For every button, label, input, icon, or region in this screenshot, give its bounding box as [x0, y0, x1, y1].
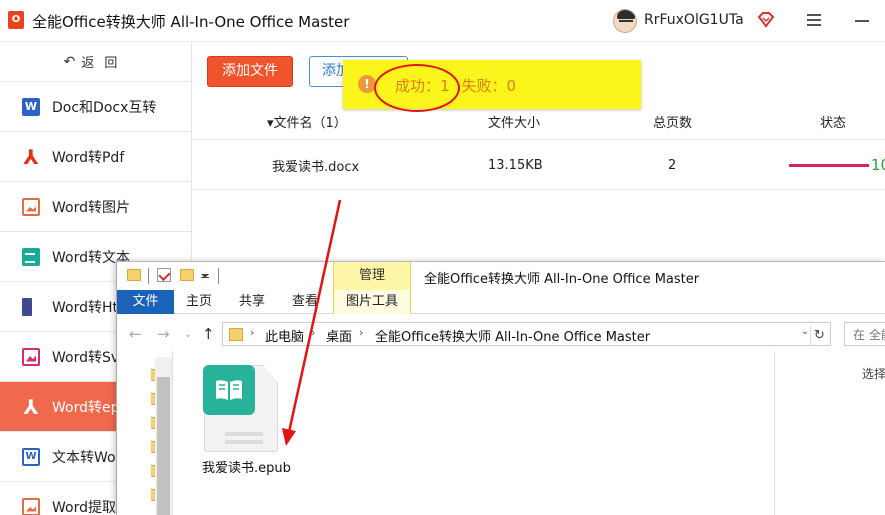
user-avatar[interactable]	[613, 9, 637, 33]
column-header-pages: 总页数	[653, 116, 693, 131]
vip-diamond-icon[interactable]	[757, 12, 775, 28]
text-icon	[22, 247, 40, 266]
fail-count: 失败：0	[461, 77, 517, 95]
tab-manage[interactable]: 管理	[333, 262, 411, 290]
minimize-icon[interactable]	[855, 20, 869, 22]
chevron-right-icon: ›	[311, 326, 316, 339]
sidebar-item-word-image[interactable]: Word转图片	[0, 182, 191, 232]
recent-dropdown-icon[interactable]: ⌄	[184, 329, 192, 340]
column-header-status: 状态	[820, 116, 847, 131]
column-header-size: 文件大小	[488, 116, 541, 131]
app-logo-icon: O	[8, 11, 24, 29]
image-icon	[22, 197, 40, 216]
open-book-icon	[216, 380, 242, 400]
address-bar[interactable]: › 此电脑 › 桌面 › 全能Office转换大师 All-In-One Off…	[222, 322, 831, 346]
chevron-right-icon: ›	[359, 326, 364, 339]
epub-icon: ⅄	[23, 394, 39, 419]
menu-icon[interactable]	[806, 12, 822, 28]
back-button[interactable]: ↶ 返回	[0, 42, 191, 82]
chevron-right-icon: ›	[250, 326, 255, 339]
column-header-name[interactable]: ▾文件名（1）	[267, 104, 347, 139]
epub-book-icon	[203, 365, 255, 415]
search-input[interactable]: 在 全能	[844, 322, 885, 346]
title-bar: O 全能Office转换大师 All-In-One Office Master …	[0, 0, 885, 42]
sidebar-item-label: Doc和Docx互转	[52, 99, 157, 116]
address-row: ← → ⌄ ↑ › 此电脑 › 桌面 › 全能Office转换大师 All-In…	[117, 320, 885, 348]
tab-file[interactable]: 文件	[117, 290, 174, 314]
folder-icon	[229, 328, 243, 341]
annotation-ellipse	[374, 64, 460, 112]
page-line	[225, 432, 263, 436]
explorer-title-bar: 管理 全能Office转换大师 All-In-One Office Master	[117, 262, 885, 290]
tab-view[interactable]: 查看	[280, 290, 330, 314]
progress-label: 100%	[871, 156, 885, 174]
table-row[interactable]: 我爱读书.docx 13.15KB 2 100%	[193, 141, 885, 190]
image-icon	[22, 497, 40, 515]
properties-check-icon[interactable]	[157, 268, 171, 282]
sidebar-item-word-pdf[interactable]: ⅄ Word转Pdf	[0, 132, 191, 182]
breadcrumb-this-pc[interactable]: 此电脑	[265, 326, 304, 345]
back-arrow-icon[interactable]: ←	[129, 325, 142, 343]
tab-home[interactable]: 主页	[174, 290, 224, 314]
forward-arrow-icon[interactable]: →	[157, 325, 170, 343]
svg-icon	[22, 347, 40, 366]
file-name-label: 我爱读书.epub	[202, 461, 291, 476]
separator	[148, 268, 149, 284]
file-name-cell: 我爱读书.docx	[272, 159, 360, 175]
sidebar-item-label: Word转Pdf	[52, 149, 125, 166]
file-explorer-window: 管理 全能Office转换大师 All-In-One Office Master…	[116, 261, 885, 515]
file-table-header: ▾文件名（1） 文件大小 总页数 状态	[193, 104, 885, 140]
word-outline-icon: W	[22, 447, 40, 466]
quick-access-dropdown-icon[interactable]	[201, 272, 209, 278]
sidebar-item-label: Word转图片	[52, 199, 130, 216]
tab-share[interactable]: 共享	[227, 290, 277, 314]
details-hint: 选择	[862, 367, 885, 381]
page-line	[225, 440, 263, 444]
file-list: 我爱读书.epub	[174, 351, 774, 515]
breadcrumb-desktop[interactable]: 桌面	[326, 326, 352, 345]
separator	[218, 268, 219, 284]
html-icon	[22, 297, 32, 316]
breadcrumb-folder[interactable]: 全能Office转换大师 All-In-One Office Master	[375, 326, 650, 345]
up-arrow-icon[interactable]: ↑	[202, 325, 215, 343]
app-title: 全能Office转换大师 All-In-One Office Master	[32, 13, 350, 31]
folder-icon	[127, 269, 141, 281]
address-dropdown-icon[interactable]: ⌄	[801, 326, 809, 337]
add-file-button[interactable]: 添加文件	[207, 56, 293, 87]
scrollbar-thumb[interactable]	[157, 377, 170, 515]
new-folder-icon[interactable]	[180, 269, 194, 281]
word-icon: W	[22, 97, 40, 116]
ribbon-tabs: 文件 主页 共享 查看 图片工具	[117, 290, 885, 314]
back-arrow-icon: ↶	[63, 53, 76, 70]
pdf-icon: ⅄	[23, 144, 39, 169]
scrollbar[interactable]	[155, 357, 172, 515]
file-size-cell: 13.15KB	[488, 157, 543, 173]
tab-picture-tools[interactable]: 图片工具	[333, 290, 411, 314]
back-label: 返回	[81, 56, 128, 71]
sidebar-item-doc-docx[interactable]: W Doc和Docx互转	[0, 82, 191, 132]
navigation-pane	[117, 351, 173, 515]
sidebar-item-label: Word提取	[52, 499, 116, 515]
app-window: O 全能Office转换大师 All-In-One Office Master …	[0, 0, 885, 515]
progress-bar	[789, 164, 869, 167]
username[interactable]: RrFuxOlG1UTa	[644, 12, 744, 28]
refresh-icon[interactable]: ↻	[810, 326, 828, 346]
explorer-title: 全能Office转换大师 All-In-One Office Master	[424, 272, 700, 287]
page-count-cell: 2	[668, 157, 677, 173]
